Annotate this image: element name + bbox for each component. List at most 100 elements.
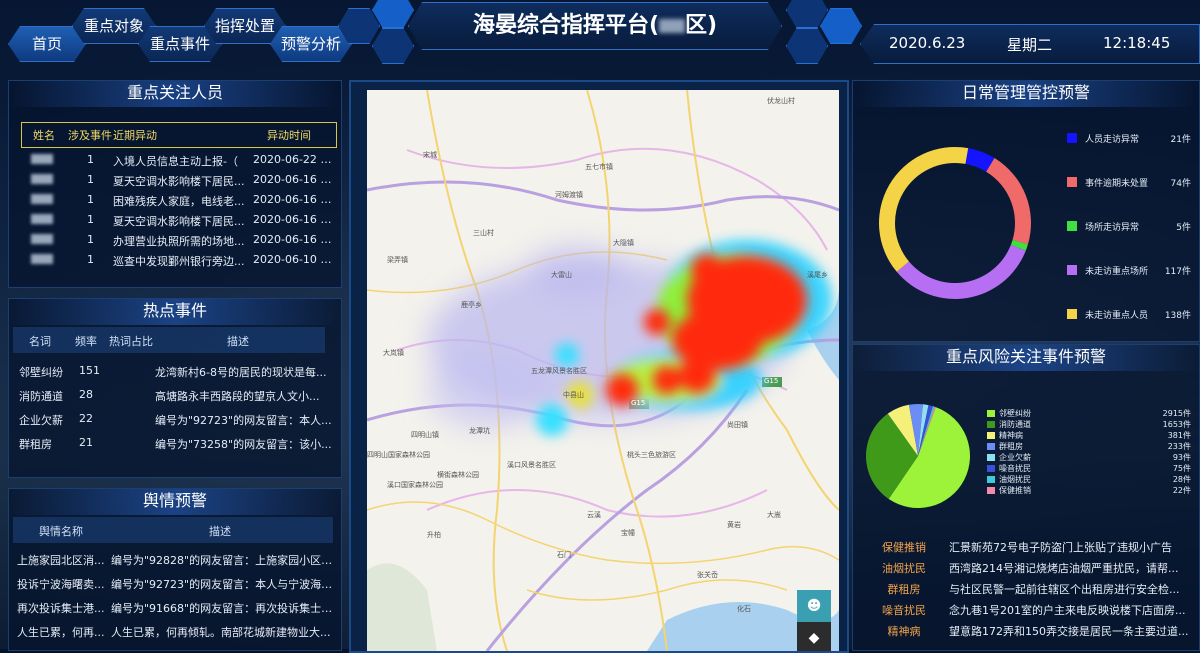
redacted-name: [31, 214, 53, 224]
legend-swatch: [987, 443, 995, 450]
legend-swatch: [987, 476, 995, 483]
map-frame: 伏龙山村 宋城 五七市镇 河姆渡镇 三山村 大隐镇 大雷山 梁弄镇 鹿亭乡 大岚镇 五龙潭风景名胜区…: [349, 80, 849, 653]
heat-map[interactable]: 伏龙山村 宋城 五七市镇 河姆渡镇 三山村 大隐镇 大雷山 梁弄镇 鹿亭乡 大岚镇 五龙潭风景名胜区…: [367, 90, 839, 651]
legend-label: 邻壁纠纷: [999, 409, 1031, 418]
table-row[interactable]: 群租房 21 编号为"73258"的网友留言：该小...: [9, 433, 341, 453]
opinion-panel: 舆情预警 舆情名称 描述 上施家园北区消... 编号为"92828"的网友留言：上…: [8, 488, 342, 651]
map-label: 中县山: [563, 391, 584, 399]
alert-category: 群租房: [887, 583, 921, 596]
legend-label: 企业欠薪: [999, 453, 1031, 462]
event-count: 1: [87, 253, 94, 266]
table-row[interactable]: 1 困难残疾人家庭，电线老... 2020-06-16 0...: [9, 191, 341, 209]
opinion-desc: 编号为"92828"的网友留言：上施家园小区外...: [111, 554, 337, 567]
table-row[interactable]: 上施家园北区消... 编号为"92828"的网友留言：上施家园小区外...: [9, 549, 341, 569]
legend-value: 381件: [1167, 431, 1191, 440]
opinion-desc: 编号为"91668"的网友留言：再次投诉集士港...: [111, 602, 337, 615]
map-label: 升柏: [427, 531, 441, 539]
legend-label: 未走访重点人员: [1085, 311, 1149, 321]
legend-label: 噪音扰民: [999, 464, 1031, 473]
legend-swatch: [987, 410, 995, 417]
col-time: 异动时间: [267, 129, 311, 142]
map-label: 石门: [557, 551, 571, 559]
hot-freq: 21: [79, 436, 93, 449]
hot-freq: 22: [79, 412, 93, 425]
legend-value: 93件: [1172, 453, 1191, 462]
legend-swatch: [987, 465, 995, 472]
panel-title: 日常管理管控预警: [853, 81, 1199, 107]
legend-label: 未走访重点场所: [1085, 267, 1149, 277]
col-events: 涉及事件: [68, 129, 112, 142]
table-row[interactable]: 人生已累，何再... 人生已累，何再倾轧。南部花城新建物业大...: [9, 621, 341, 641]
map-label: 大隐镇: [613, 239, 634, 247]
datetime-box: 2020.6.23 星期二 12:18:45: [860, 24, 1200, 64]
hot-table-header: [13, 327, 325, 353]
alert-text: 念九巷1号201室的户主来电反映说楼下店面房...: [949, 604, 1186, 617]
recent-event: 困难残疾人家庭，电线老...: [113, 195, 245, 208]
event-time: 2020-06-16 0...: [253, 233, 337, 246]
col-opinion-name: 舆情名称: [39, 525, 83, 538]
alert-row[interactable]: 噪音扰民 念九巷1号201室的户主来电反映说楼下店面房...: [853, 602, 1199, 620]
col-freq: 频率: [75, 335, 97, 348]
alert-text: 望意路172弄和150弄交接是居民一条主要过道...: [949, 625, 1189, 638]
col-recent: 近期异动: [113, 129, 157, 142]
lock-button[interactable]: ◆: [797, 622, 831, 651]
hot-word: 企业欠薪: [19, 414, 63, 427]
map-svg: [367, 90, 839, 651]
alert-row[interactable]: 保健推销 汇景新苑72号电子防盗门上张贴了违规小广告: [853, 539, 1199, 557]
event-count: 1: [87, 233, 94, 246]
hot-desc: 龙湾新村6-8号的居民的现状是每...: [155, 366, 327, 379]
table-row[interactable]: 消防通道 28 高塘路永丰西路段的望京人文小...: [9, 385, 341, 405]
legend-label: 场所走访异常: [1085, 223, 1140, 233]
recent-event: 夏天空调水影响楼下居民...: [113, 215, 245, 228]
event-count: 1: [87, 193, 94, 206]
map-label: 横街森林公园: [437, 471, 479, 479]
legend-swatch: [1067, 221, 1077, 231]
alert-row[interactable]: 油烟扰民 西湾路214号湘记烧烤店油烟严重扰民，请帮...: [853, 560, 1199, 578]
table-row[interactable]: 企业欠薪 22 编号为"92723"的网友留言：本人...: [9, 409, 341, 429]
map-label: 三山村: [473, 229, 494, 237]
road-label: G15: [631, 399, 646, 407]
alert-row[interactable]: 群租房 与社区民警一起前往辖区个出租房进行安全检...: [853, 581, 1199, 599]
table-row[interactable]: 1 巡查中发现鄞州银行旁边... 2020-06-10 0...: [9, 251, 341, 269]
col-name: 姓名: [33, 129, 55, 142]
legend-swatch: [987, 432, 995, 439]
risk-panel: 重点风险关注事件预警 邻壁纠纷 2915件 消防通道 1653件 精神病 381件 群租房 2…: [852, 344, 1200, 651]
alert-text: 西湾路214号湘记烧烤店油烟严重扰民，请帮...: [949, 562, 1179, 575]
legend-swatch: [987, 454, 995, 461]
table-row[interactable]: 1 夏天空调水影响楼下居民... 2020-06-16 0...: [9, 171, 341, 189]
map-label: 龙潭坑: [469, 427, 490, 435]
table-row[interactable]: 再次投诉集士港... 编号为"91668"的网友留言：再次投诉集士港...: [9, 597, 341, 617]
map-label: 溪口国家森林公园: [387, 481, 443, 489]
map-label: 鹿亭乡: [461, 301, 482, 309]
table-row[interactable]: 投诉宁波海曙卖... 编号为"92723"的网友留言：本人与宁波海曙...: [9, 573, 341, 593]
time-text: 12:18:45: [1103, 34, 1171, 52]
chart-slice: [896, 244, 1026, 299]
map-label: 大雷山: [551, 271, 572, 279]
legend-swatch: [1067, 309, 1077, 319]
alert-row[interactable]: 精神病 望意路172弄和150弄交接是居民一条主要过道...: [853, 623, 1199, 641]
nav-home[interactable]: 首页: [8, 26, 86, 62]
map-label: 大岚镇: [383, 349, 404, 357]
legend-label: 消防通道: [999, 420, 1031, 429]
alert-category: 保健推销: [882, 541, 926, 554]
nav-warning[interactable]: 预警分析: [270, 26, 352, 62]
legend-value: 75件: [1172, 464, 1191, 473]
col-ratio: 热词占比: [109, 335, 153, 348]
map-label: 溪尾乡: [807, 271, 828, 279]
redacted-name: [31, 234, 53, 244]
table-row[interactable]: 1 入境人员信息主动上报-（ 2020-06-22 0...: [9, 151, 341, 169]
table-row[interactable]: 1 办理营业执照所需的场地... 2020-06-16 0...: [9, 231, 341, 249]
opinion-desc: 人生已累，何再倾轧。南部花城新建物业大...: [111, 626, 331, 639]
table-row[interactable]: 邻壁纠纷 151 龙湾新村6-8号的居民的现状是每...: [9, 361, 341, 381]
panel-title: 热点事件: [9, 299, 341, 325]
people-layer-button[interactable]: ☻: [797, 590, 831, 622]
opinion-desc: 编号为"92723"的网友留言：本人与宁波海曙...: [111, 578, 337, 591]
legend-value: 21件: [1170, 135, 1191, 145]
table-row[interactable]: 1 夏天空调水影响楼下居民... 2020-06-16 0...: [9, 211, 341, 229]
legend-swatch: [1067, 265, 1077, 275]
legend-value: 74件: [1170, 179, 1191, 189]
alert-text: 与社区民警一起前往辖区个出租房进行安全检...: [949, 583, 1180, 596]
title-text: 海晏综合指挥平台(: [472, 13, 659, 38]
top-bar: 首页 重点对象 重点事件 指挥处置 预警分析 海晏综合指挥平台(区) 2020.…: [0, 0, 1200, 70]
event-count: 1: [87, 173, 94, 186]
